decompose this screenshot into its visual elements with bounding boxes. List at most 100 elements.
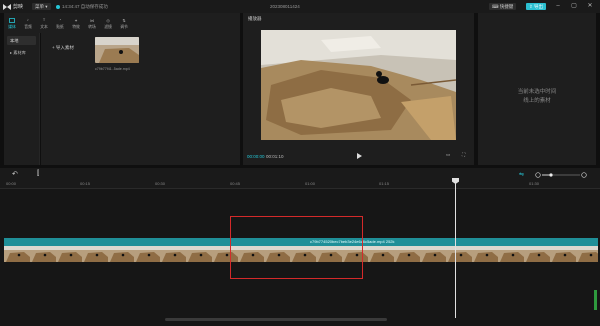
clip-frame <box>498 246 524 262</box>
clip-frame <box>56 246 82 262</box>
ratio-icon: ▭ <box>446 152 451 157</box>
highlight-box <box>230 216 363 279</box>
media-clip-name: c79b77f41..5ade.mp4 <box>95 67 130 71</box>
fullscreen-icon[interactable]: ⛶ <box>462 152 465 160</box>
play-button[interactable] <box>355 152 363 160</box>
tab-sticker-label: 贴纸 <box>56 24 64 29</box>
split-icon[interactable]: ⫿ <box>37 170 39 178</box>
media-thumbnail[interactable] <box>95 37 139 63</box>
autosave-text: 14:34:47 自动保存成功 <box>62 4 108 9</box>
tick-label: 00:45 <box>230 181 241 186</box>
scroll-indicator <box>594 290 597 310</box>
clip-frame <box>134 246 160 262</box>
adjust-icon: ⇅ <box>122 18 126 23</box>
tool-tabs: 媒体 ♪ 音频 T 文本 ◔ 贴纸 ✦ 特效 ⋈ 转场 ◎ 滤镜 ⇅ 调节 <box>4 13 240 33</box>
tab-media[interactable]: 媒体 <box>4 13 20 33</box>
thumbnail-image <box>95 37 139 63</box>
autosave-status: 14:34:47 自动保存成功 <box>56 3 108 10</box>
export-label: 导出 <box>534 4 544 9</box>
close-icon[interactable]: ✕ <box>585 2 595 11</box>
tab-effects-label: 特效 <box>72 24 80 29</box>
capcut-logo-icon <box>3 3 11 10</box>
tick-label: 00:00 <box>6 181 17 186</box>
clip-frame <box>4 246 30 262</box>
export-icon: ⇪ <box>529 4 533 9</box>
tab-audio-label: 音频 <box>24 24 32 29</box>
menu-label: 菜单 <box>35 4 44 9</box>
clip-frame <box>524 246 550 262</box>
player-current-time: 00:00:00 <box>247 154 265 159</box>
properties-empty-text: 当前未选中时间 线上的素材 <box>478 88 596 106</box>
tick-label: 00:15 <box>80 181 91 186</box>
app-name: 剪映 <box>13 4 24 10</box>
audio-icon: ♪ <box>27 18 29 22</box>
tab-text[interactable]: T 文本 <box>36 13 52 33</box>
clip-frame <box>160 246 186 262</box>
clip-frame <box>108 246 134 262</box>
tab-media-label: 媒体 <box>8 24 16 29</box>
tab-adjust-label: 调节 <box>120 24 128 29</box>
transition-icon: ⋈ <box>90 18 94 23</box>
clip-frame <box>368 246 394 262</box>
tick-label: 01:00 <box>305 181 316 186</box>
tab-sticker[interactable]: ◔ 贴纸 <box>52 13 68 33</box>
app-logo: 剪映 <box>3 3 23 10</box>
tab-transition[interactable]: ⋈ 转场 <box>84 13 100 33</box>
tab-filter-label: 滤镜 <box>104 24 112 29</box>
sidebar-item-library[interactable]: ▸ 素材库 <box>7 48 36 57</box>
tab-transition-label: 转场 <box>88 24 96 29</box>
import-button[interactable]: + 导入素材 <box>52 43 74 52</box>
player-duration: 00:01:10 <box>266 154 284 159</box>
media-sidebar: 本地 ▸ 素材库 <box>4 33 40 165</box>
media-area <box>41 33 240 165</box>
tick-label: 01:15 <box>379 181 390 186</box>
tab-audio[interactable]: ♪ 音频 <box>20 13 36 33</box>
clip-frame <box>472 246 498 262</box>
plus-icon: + <box>52 45 55 50</box>
menu-button[interactable]: 菜单 ▾ <box>32 3 51 10</box>
clip-frame <box>550 246 576 262</box>
link-icon[interactable]: ⇋ <box>519 171 524 178</box>
clip-frame <box>446 246 472 262</box>
zoom-slider[interactable] <box>535 172 587 178</box>
export-button[interactable]: ⇪ 导出 <box>526 3 547 10</box>
properties-empty-line1: 当前未选中时间 <box>517 89 557 95</box>
clip-frame <box>576 246 598 262</box>
video-frame <box>261 30 456 140</box>
properties-empty-line2: 线上的素材 <box>523 98 551 104</box>
zoom-slider-graphic <box>535 172 587 178</box>
tab-filter[interactable]: ◎ 滤镜 <box>100 13 116 33</box>
undo-icon[interactable]: ↶ <box>12 170 18 178</box>
minimize-icon[interactable]: – <box>553 2 563 11</box>
clip-frame <box>82 246 108 262</box>
video-preview[interactable] <box>261 30 456 140</box>
tick-label: 01:30 <box>529 181 540 186</box>
player-title: 播放器 <box>248 16 262 21</box>
sticker-icon: ◔ <box>58 18 62 22</box>
effects-icon: ✦ <box>74 18 78 23</box>
tab-text-label: 文本 <box>40 24 48 29</box>
clip-frame <box>420 246 446 262</box>
playhead-line[interactable] <box>455 178 456 318</box>
autosave-dot-icon <box>56 4 60 9</box>
tab-adjust[interactable]: ⇅ 调节 <box>116 13 132 33</box>
timeline-toolbar <box>0 168 600 180</box>
text-icon: T <box>42 18 46 22</box>
ratio-button[interactable]: ▭比例 <box>446 152 450 160</box>
maximize-icon[interactable]: ▢ <box>569 2 579 11</box>
media-icon <box>9 17 16 24</box>
clip-frame <box>186 246 212 262</box>
keyboard-icon: ⌨ <box>492 4 499 9</box>
shortcut-button[interactable]: ⌨ 快捷键 <box>489 3 517 10</box>
sidebar-item-local[interactable]: 本地 <box>7 36 36 45</box>
tab-effects[interactable]: ✦ 特效 <box>68 13 84 33</box>
horizontal-scrollbar[interactable] <box>165 318 387 321</box>
play-icon <box>357 153 362 159</box>
clip-frame <box>394 246 420 262</box>
import-label: 导入素材 <box>55 45 74 50</box>
tick-label: 00:30 <box>155 181 166 186</box>
filter-icon: ◎ <box>106 18 110 23</box>
project-title: 202308011424 <box>270 4 300 9</box>
shortcut-label: 快捷键 <box>499 4 514 9</box>
clip-frame <box>30 246 56 262</box>
